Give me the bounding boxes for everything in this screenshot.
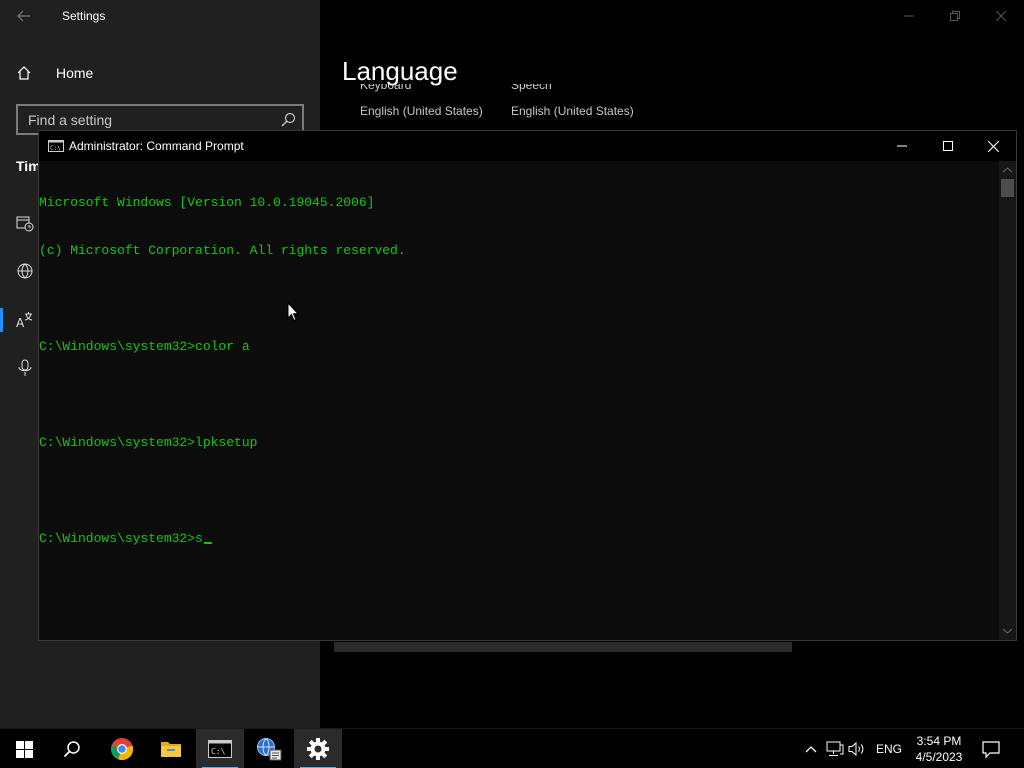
cmd-close-button[interactable]: [970, 131, 1016, 161]
command-prompt-window[interactable]: C:\ Administrator: Command Prompt Micros…: [38, 130, 1017, 641]
minimize-icon: [904, 15, 914, 17]
settings-search-input[interactable]: [28, 110, 268, 130]
keyboard-label: Keyboard: [360, 84, 412, 92]
chrome-icon: [110, 738, 134, 761]
show-hidden-icons-button[interactable]: [802, 740, 820, 758]
network-icon: [826, 741, 844, 756]
close-icon: [987, 140, 999, 152]
console-prompt-line[interactable]: C:\Windows\system32>s: [39, 531, 999, 547]
settings-titlebar: Settings: [0, 0, 1024, 32]
taskbar-command-prompt-button[interactable]: C:\: [196, 729, 244, 768]
cmd-minimize-button[interactable]: [879, 131, 925, 161]
svg-text:C:\: C:\: [50, 145, 61, 152]
settings-gear-icon: [307, 738, 329, 760]
console-prompt-text: C:\Windows\system32>s: [39, 531, 203, 546]
command-prompt-icon: C:\: [208, 740, 232, 758]
text-cursor: [203, 542, 212, 544]
cmd-scroll-thumb[interactable]: [1001, 179, 1014, 197]
speech-language-value: English (United States): [511, 104, 634, 118]
back-arrow-icon: [17, 10, 30, 22]
close-icon: [996, 11, 1006, 21]
start-button[interactable]: [0, 729, 48, 768]
network-globe-icon: [257, 738, 282, 761]
maximize-icon: [943, 141, 953, 151]
mouse-pointer-icon: [287, 302, 299, 322]
taskbar-network-app-button[interactable]: [245, 729, 293, 768]
svg-text:C:\: C:\: [211, 747, 226, 756]
settings-minimize-button[interactable]: [886, 4, 932, 28]
sidebar-home[interactable]: Home: [16, 62, 93, 84]
search-icon[interactable]: [281, 112, 296, 127]
file-explorer-icon: [161, 742, 181, 757]
svg-text:A: A: [16, 316, 25, 329]
start-icon: [15, 740, 33, 758]
volume-tray-button[interactable]: [848, 740, 866, 758]
speech-language-column[interactable]: Speech English (United States): [511, 84, 634, 118]
language-icon[interactable]: A: [16, 311, 34, 329]
selected-nav-indicator: [0, 308, 3, 332]
console-line: Microsoft Windows [Version 10.0.19045.20…: [39, 195, 375, 210]
network-tray-button[interactable]: [826, 740, 844, 758]
taskbar-clock[interactable]: 3:54 PM 4/5/2023: [910, 733, 968, 765]
region-globe-icon[interactable]: [16, 262, 34, 280]
settings-close-button[interactable]: [978, 4, 1024, 28]
cmd-maximize-button[interactable]: [925, 131, 971, 161]
back-button[interactable]: [10, 6, 38, 26]
page-title: Language: [342, 56, 458, 86]
cmd-vertical-scrollbar[interactable]: [999, 161, 1016, 640]
clock-date: 4/5/2023: [915, 750, 963, 764]
taskbar-settings-button[interactable]: [294, 729, 342, 768]
keyboard-language-value: English (United States): [360, 104, 483, 118]
taskbar-search-button[interactable]: [48, 729, 96, 768]
settings-restore-button[interactable]: [932, 4, 978, 28]
command-prompt-icon: C:\: [48, 140, 64, 152]
scroll-down-icon[interactable]: [1002, 626, 1013, 636]
input-language-indicator[interactable]: ENG: [876, 742, 902, 756]
console-line: (c) Microsoft Corporation. All rights re…: [39, 243, 406, 258]
scroll-up-icon[interactable]: [1002, 165, 1013, 175]
cmd-titlebar[interactable]: C:\ Administrator: Command Prompt: [39, 131, 1016, 161]
microphone-icon[interactable]: [16, 359, 34, 377]
sidebar-home-label: Home: [56, 65, 94, 81]
notification-icon: [982, 740, 1000, 758]
clock-time: 3:54 PM: [916, 734, 962, 748]
taskbar-file-explorer-button[interactable]: [147, 729, 195, 768]
search-icon: [63, 741, 80, 758]
restore-icon: [950, 11, 960, 21]
console-output[interactable]: Microsoft Windows [Version 10.0.19045.20…: [39, 161, 999, 641]
speaker-icon: [848, 741, 864, 757]
action-center-button[interactable]: [976, 737, 1006, 761]
console-line: C:\Windows\system32>lpksetup: [39, 435, 258, 450]
minimize-icon: [897, 145, 907, 147]
taskbar: C:\ ENG 3:54 PM 4/5/2023: [0, 728, 1024, 768]
console-line: C:\Windows\system32>color a: [39, 339, 250, 354]
taskbar-chrome-button[interactable]: [98, 729, 146, 768]
settings-horizontal-scrollbar[interactable]: [334, 642, 792, 652]
chevron-up-icon: [805, 746, 817, 753]
home-icon: [17, 66, 31, 80]
settings-window-title: Settings: [62, 9, 106, 23]
cmd-window-title: Administrator: Command Prompt: [69, 139, 244, 153]
keyboard-language-column[interactable]: Keyboard English (United States): [360, 84, 483, 118]
date-time-icon[interactable]: [16, 214, 34, 232]
sidebar-section-heading: Tim: [16, 158, 41, 174]
speech-label: Speech: [511, 84, 552, 92]
